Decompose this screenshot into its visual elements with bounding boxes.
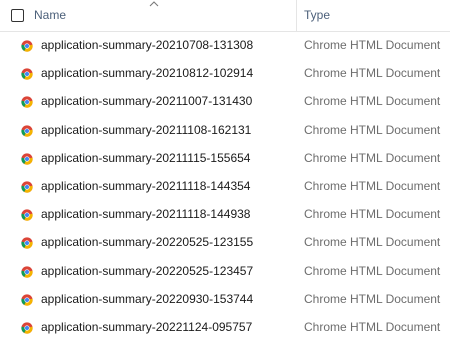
file-row[interactable]: application-summary-20211007-131430 Chro… — [0, 88, 450, 116]
chrome-icon — [21, 265, 33, 278]
chrome-icon — [21, 181, 33, 193]
chrome-icon — [21, 294, 33, 306]
column-header-name[interactable]: Name — [34, 8, 66, 22]
file-row[interactable]: application-summary-20210708-131308 Chro… — [0, 32, 450, 60]
file-type: Chrome HTML Document — [304, 66, 441, 81]
chrome-icon — [21, 153, 33, 165]
file-row[interactable]: application-summary-20220525-123457 Chro… — [0, 258, 450, 286]
chrome-icon — [21, 96, 33, 109]
file-name: application-summary-20211118-144938 — [41, 207, 251, 222]
file-row[interactable]: application-summary-20220525-123155 Chro… — [0, 229, 450, 257]
chevron-up-icon — [149, 1, 159, 7]
file-row[interactable]: application-summary-20211118-144354 Chro… — [0, 173, 450, 201]
file-list: application-summary-20210708-131308 Chro… — [0, 32, 450, 342]
column-header: Name Type — [0, 0, 450, 32]
file-type: Chrome HTML Document — [304, 122, 441, 137]
file-row[interactable]: application-summary-20211115-155654 Chro… — [0, 145, 450, 173]
file-name: application-summary-20211108-162131 — [41, 122, 252, 137]
file-name: application-summary-20221124-095757 — [41, 319, 253, 334]
file-row[interactable]: application-summary-20211108-162131 Chro… — [0, 117, 450, 145]
file-name: application-summary-20211115-155654 — [41, 150, 251, 165]
file-row[interactable]: application-summary-20211118-144938 Chro… — [0, 201, 450, 229]
file-type: Chrome HTML Document — [304, 235, 441, 250]
file-row[interactable]: application-summary-20220930-153744 Chro… — [0, 286, 450, 314]
file-name: application-summary-20220525-123155 — [41, 235, 254, 250]
file-type: Chrome HTML Document — [304, 150, 441, 165]
column-divider[interactable] — [296, 0, 297, 31]
chrome-icon — [21, 124, 33, 137]
chrome-icon — [21, 40, 33, 52]
file-type: Chrome HTML Document — [304, 207, 441, 222]
column-header-type[interactable]: Type — [304, 8, 330, 22]
file-name: application-summary-20220930-153744 — [41, 291, 254, 306]
file-type: Chrome HTML Document — [304, 291, 441, 306]
select-all-checkbox[interactable] — [11, 9, 24, 22]
file-row[interactable]: application-summary-20210812-102914 Chro… — [0, 60, 450, 88]
file-type: Chrome HTML Document — [304, 38, 441, 52]
file-type: Chrome HTML Document — [304, 319, 441, 334]
chrome-icon — [21, 209, 33, 221]
file-type: Chrome HTML Document — [304, 263, 441, 278]
chrome-icon — [21, 322, 33, 334]
chrome-icon — [21, 68, 33, 80]
file-name: application-summary-20211118-144354 — [41, 178, 251, 193]
file-type: Chrome HTML Document — [304, 94, 441, 109]
file-name: application-summary-20210812-102914 — [41, 66, 254, 81]
chrome-icon — [21, 237, 33, 249]
file-name: application-summary-20220525-123457 — [41, 263, 254, 278]
file-name: application-summary-20211007-131430 — [41, 94, 253, 109]
file-type: Chrome HTML Document — [304, 178, 441, 193]
file-name: application-summary-20210708-131308 — [41, 38, 254, 52]
file-row[interactable]: application-summary-20221124-095757 Chro… — [0, 314, 450, 342]
